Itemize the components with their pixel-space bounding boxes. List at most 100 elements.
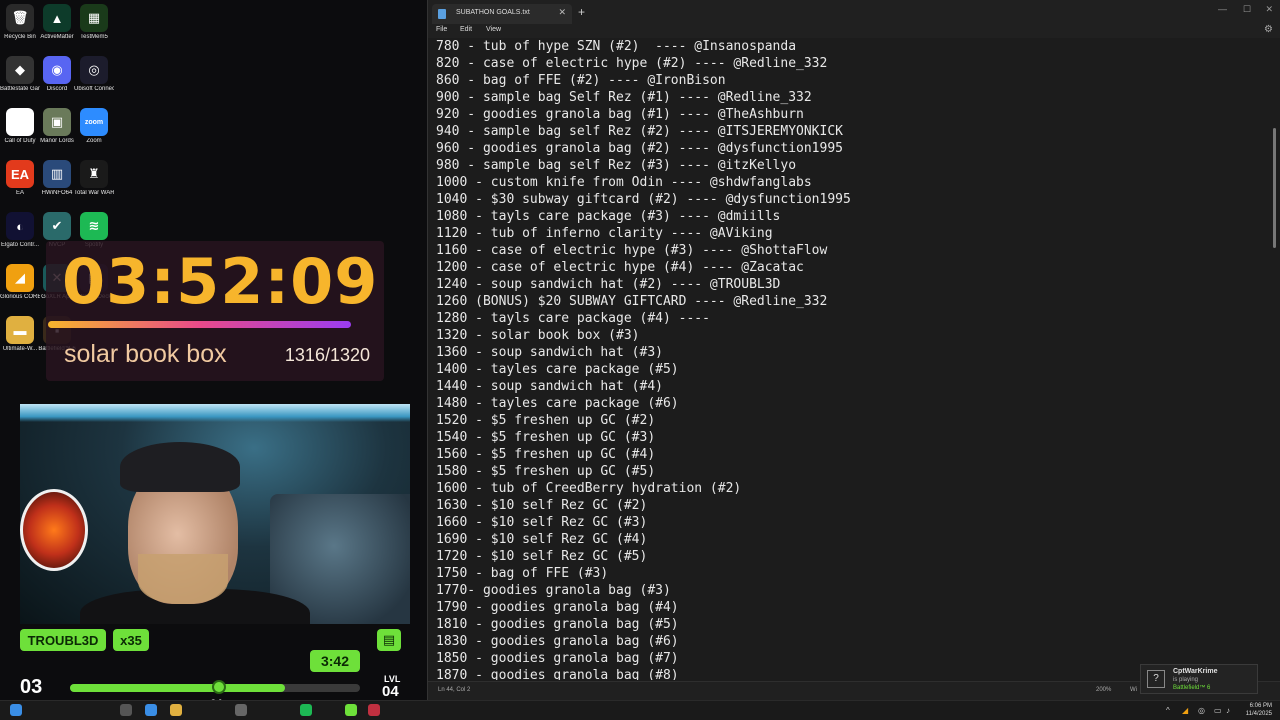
phoenix-emblem-icon	[20, 489, 88, 571]
taskbar-app-icon[interactable]	[235, 704, 247, 716]
cursor-position: Ln 44, Col 2	[438, 687, 471, 693]
desktop-icon-label: Recycle Bin	[4, 34, 36, 40]
line-ending: Wi	[1130, 687, 1137, 693]
minimize-button[interactable]: —	[1218, 4, 1227, 14]
text-line: 1240 - soup sandwich hat (#2) ---- @TROU…	[436, 277, 781, 292]
text-line: 1560 - $5 freshen up GC (#4)	[436, 447, 656, 462]
text-line: 1400 - tayles care package (#5)	[436, 362, 679, 377]
text-line: 960 - goodies granola bag (#2) ---- @dys…	[436, 141, 843, 156]
text-line: 1280 - tayls care package (#4) ----	[436, 311, 710, 326]
menu-view[interactable]: View	[486, 26, 501, 33]
desktop-icon[interactable]: ◢ Glorious CORE	[0, 264, 40, 301]
desktop-app-icon: ◆	[6, 56, 34, 84]
desktop-app-icon: ✔	[43, 212, 71, 240]
desktop-icon[interactable]: ▦ TestMem5	[74, 4, 114, 41]
volume-icon[interactable]: ♪	[1226, 706, 1230, 715]
taskbar: ^ ◢ ◎ ▭ ♪ 6:06 PM 11/4/2025	[0, 700, 1280, 720]
text-line: 1120 - tub of inferno clarity ---- @AVik…	[436, 226, 773, 241]
desktop-icon[interactable]: 🗑 Recycle Bin	[0, 4, 40, 41]
desktop-icon[interactable]: ▲ ActiveMatter	[37, 4, 77, 41]
desktop-icon[interactable]: ◎ Ubisoft Connect	[74, 56, 114, 93]
xp-knob	[212, 680, 226, 694]
tab-title: SUBATHON GOALS.txt	[456, 9, 530, 16]
desktop-icon[interactable]: ▬ Ultimate-W...	[0, 316, 40, 353]
taskbar-app-icon[interactable]	[120, 704, 132, 716]
friend-notification[interactable]: ? CptWarKrime is playing Battlefield™ 6	[1140, 664, 1258, 694]
desktop-icon[interactable]: ◉ Discord	[37, 56, 77, 93]
scrollbar[interactable]	[1273, 128, 1276, 248]
username-badge: TROUBL3D	[20, 629, 106, 651]
desktop-app-icon: EA	[6, 160, 34, 188]
bus-icon: ▤	[377, 629, 401, 651]
menu-bar: File Edit View ⚙	[428, 24, 1280, 38]
tray-app-icon[interactable]: ◢	[1182, 706, 1188, 715]
friend-game: Battlefield™ 6	[1173, 685, 1211, 691]
text-editor-area[interactable]: 780 - tub of hype SZN (#2) ---- @Insanos…	[436, 38, 1266, 680]
taskbar-app-icon[interactable]	[345, 704, 357, 716]
menu-edit[interactable]: Edit	[460, 26, 472, 33]
desktop-app-icon: ▥	[43, 160, 71, 188]
desktop-icon-label: Call of Duty	[4, 138, 36, 144]
text-line: 1540 - $5 freshen up GC (#3)	[436, 430, 656, 445]
timer-value: 03:52:09	[62, 245, 379, 318]
add-tab-button[interactable]: +	[578, 5, 585, 19]
taskbar-app-icon[interactable]	[145, 704, 157, 716]
text-line: 1360 - soup sandwich hat (#3)	[436, 345, 663, 360]
text-line: 860 - bag of FFE (#2) ---- @IronBison	[436, 73, 726, 88]
system-clock[interactable]: 6:06 PM 11/4/2025	[1246, 702, 1272, 718]
desktop-icon[interactable]: ◆ Battlestate Games L...	[0, 56, 40, 93]
text-line: 1000 - custom knife from Odin ---- @shdw…	[436, 175, 812, 190]
unknown-avatar-icon: ?	[1147, 670, 1165, 688]
desktop-icon-label: ActiveMatter	[40, 34, 74, 40]
desktop-app-icon: 🗑	[6, 4, 34, 32]
maximize-button[interactable]: ☐	[1243, 4, 1251, 15]
desktop-app-icon: ▬	[6, 316, 34, 344]
text-line: 1720 - $10 self Rez GC (#5)	[436, 549, 648, 564]
tray-chevron-icon[interactable]: ^	[1166, 706, 1170, 715]
tray-app-icon[interactable]: ◎	[1198, 706, 1205, 715]
text-line: 1810 - goodies granola bag (#5)	[436, 617, 679, 632]
desktop-app-icon: ◎	[80, 56, 108, 84]
zoom-level: 200%	[1096, 687, 1112, 693]
clock-time: 6:06 PM	[1249, 703, 1272, 709]
close-icon[interactable]: ✕	[558, 7, 566, 18]
text-line: 920 - goodies granola bag (#1) ---- @The…	[436, 107, 804, 122]
text-line: 1830 - goodies granola bag (#6)	[436, 634, 679, 649]
desktop-icon-label: TestMem5	[80, 34, 108, 40]
desktop-icon[interactable]: ◐ Elgato Contr...	[0, 212, 40, 249]
desktop-app-icon: ▲	[43, 4, 71, 32]
network-icon[interactable]: ▭	[1214, 706, 1222, 715]
desktop-icon[interactable]: ▥ HWiNFO64	[37, 160, 77, 197]
desktop-icon[interactable]: ▭ Call of Duty	[0, 108, 40, 145]
friend-name: CptWarKrime	[1173, 668, 1218, 675]
window-close-button[interactable]: ✕	[1265, 4, 1273, 15]
text-line: 1040 - $30 subway giftcard (#2) ---- @dy…	[436, 192, 851, 207]
level-current: 03	[20, 676, 43, 698]
desktop-icon-label: EA	[15, 190, 24, 196]
file-explorer-icon[interactable]	[170, 704, 182, 716]
text-line: 1440 - soup sandwich hat (#4)	[436, 379, 663, 394]
text-line: 1790 - goodies granola bag (#4)	[436, 600, 679, 615]
timer-progress-bar	[48, 321, 351, 328]
xp-bar-fill	[70, 684, 285, 692]
desktop-icon-label: Manor Lords	[40, 138, 74, 144]
gear-icon[interactable]: ⚙	[1264, 24, 1273, 35]
desktop-app-icon: ≋	[80, 212, 108, 240]
desktop-icon[interactable]: zoom Zoom	[74, 108, 114, 145]
desktop-icon-label: Ultimate-W...	[2, 346, 38, 352]
text-line: 1320 - solar book box (#3)	[436, 328, 640, 343]
desktop-icon[interactable]: ▣ Manor Lords	[37, 108, 77, 145]
spotify-taskbar-icon[interactable]	[300, 704, 312, 716]
taskbar-app-icon[interactable]	[368, 704, 380, 716]
start-icon[interactable]	[10, 704, 22, 716]
desktop-icon[interactable]: ♜ Total War WARHAM...	[74, 160, 114, 197]
webcam-feed	[20, 404, 410, 624]
desktop-icon[interactable]: EA EA	[0, 160, 40, 197]
desktop-icon-label: Battlestate Games L...	[0, 86, 40, 92]
countdown-badge: 3:42	[310, 650, 360, 672]
timer-goal-label: solar book box	[64, 340, 227, 368]
menu-file[interactable]: File	[436, 26, 447, 33]
tab-subathon-goals[interactable]: SUBATHON GOALS.txt ✕	[432, 4, 572, 24]
notepad-file-icon	[438, 9, 446, 19]
text-line: 1690 - $10 self Rez GC (#4)	[436, 532, 648, 547]
